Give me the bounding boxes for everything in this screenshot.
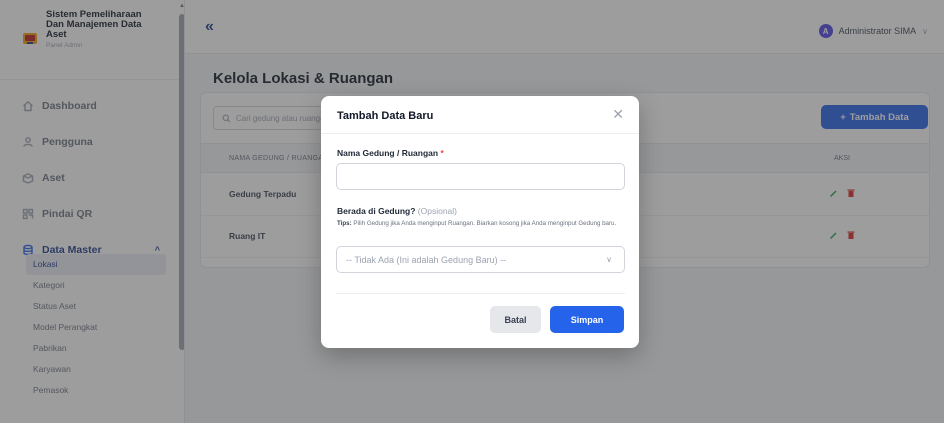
parent-building-select[interactable]: -- Tidak Ada (Ini adalah Gedung Baru) --… [336,246,625,273]
name-input[interactable] [336,163,625,190]
chevron-down-icon: ∨ [606,255,612,264]
select-value: -- Tidak Ada (Ini adalah Gedung Baru) -- [346,254,507,265]
tips-text: Tips: Pilih Gedung jika Anda menginput R… [337,220,629,228]
parent-field-label: Berada di Gedung? (Opsional) [337,206,457,216]
name-field-label-text: Nama Gedung / Ruangan [337,148,439,158]
add-data-modal: Tambah Data Baru ✕ Nama Gedung / Ruangan… [321,96,639,348]
modal-divider [336,293,625,294]
close-icon[interactable]: ✕ [612,107,624,121]
tips-body: Pilih Gedung jika Anda menginput Ruangan… [353,220,617,227]
name-field-label: Nama Gedung / Ruangan * [337,148,444,158]
cancel-button[interactable]: Batal [490,306,541,333]
required-marker: * [440,148,444,158]
modal-title: Tambah Data Baru [337,110,434,122]
tips-label: Tips: [337,220,352,227]
optional-marker: (Opsional) [417,206,457,216]
parent-field-label-text: Berada di Gedung? [337,206,416,216]
modal-header: Tambah Data Baru ✕ [321,96,639,134]
save-button[interactable]: Simpan [550,306,624,333]
